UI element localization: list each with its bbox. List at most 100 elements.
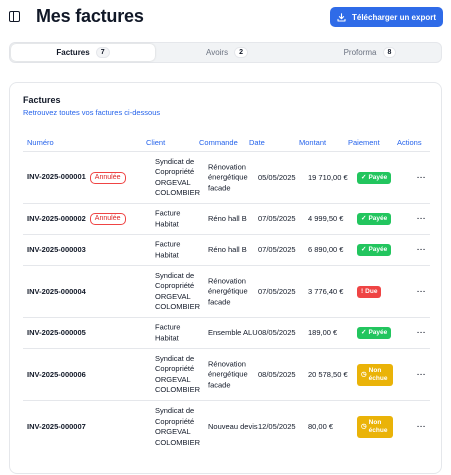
table-row[interactable]: INV-2025-000004 Syndicat de Copropriété O… bbox=[23, 266, 430, 318]
actions-menu-button[interactable]: ··· bbox=[417, 422, 426, 433]
invoice-number: INV-2025-000006 bbox=[27, 369, 86, 379]
tab-count: 8 bbox=[382, 47, 397, 58]
payment-status-label: Due bbox=[365, 287, 378, 295]
cell-montant: 6 890,00 € bbox=[308, 244, 344, 254]
top-bar: Mes factures Télécharger un export bbox=[0, 0, 451, 34]
cell-date: 08/05/2025 bbox=[258, 369, 296, 379]
actions-menu-button[interactable]: ··· bbox=[417, 328, 426, 339]
invoice-number: INV-2025-000001 bbox=[27, 172, 86, 182]
check-icon: ✓ bbox=[361, 215, 367, 222]
invoice-number: INV-2025-000002 bbox=[27, 213, 86, 223]
cell-commande: Ensemble ALU bbox=[208, 327, 258, 337]
cell-date: 07/05/2025 bbox=[258, 244, 296, 254]
table-row[interactable]: INV-2025-000005 Facture Habitat Ensemble A… bbox=[23, 318, 430, 349]
payment-status-label: Non échue bbox=[368, 366, 388, 382]
cell-client: Facture Habitat bbox=[155, 322, 181, 343]
actions-menu-button[interactable]: ··· bbox=[417, 369, 426, 380]
invoice-number: INV-2025-000003 bbox=[27, 244, 86, 254]
tab-count: 2 bbox=[234, 47, 248, 58]
cell-commande: Nouveau devis bbox=[208, 421, 258, 431]
table-row[interactable]: INV-2025-000006 Syndicat de Copropriété O… bbox=[23, 349, 430, 401]
clock-icon: ◷ bbox=[361, 370, 367, 378]
payment-status-badge: ✓ Payée bbox=[357, 171, 392, 184]
column-header-paiement: Paiement bbox=[348, 138, 380, 147]
cell-paiement: ✓ Payée bbox=[357, 327, 392, 339]
cell-date: 05/05/2025 bbox=[258, 172, 296, 182]
cell-numero: INV-2025-000007 bbox=[27, 422, 86, 433]
cell-numero: INV-2025-000006 bbox=[27, 369, 86, 380]
cell-numero: INV-2025-000002 Annulée bbox=[27, 213, 126, 225]
table-row[interactable]: INV-2025-000002 Annulée Facture Habitat Rén… bbox=[23, 204, 430, 235]
payment-status-badge: ◷ Non échue bbox=[357, 363, 393, 386]
actions-menu-button[interactable]: ··· bbox=[417, 286, 426, 297]
tab-factures[interactable]: Factures 7 bbox=[11, 44, 155, 61]
table-row[interactable]: INV-2025-000007 Syndicat de Copropriété O… bbox=[23, 401, 430, 453]
cell-commande: Rénovation énergétique facade bbox=[208, 358, 248, 389]
invoice-number: INV-2025-000007 bbox=[27, 421, 86, 431]
cell-numero: INV-2025-000005 bbox=[27, 328, 86, 339]
cell-commande: Rénovation énergétique facade bbox=[208, 275, 248, 306]
cell-montant: 19 710,00 € bbox=[308, 172, 348, 182]
tab-label: Proforma bbox=[343, 48, 377, 57]
cell-paiement: ✓ Payée bbox=[357, 213, 392, 225]
export-label: Télécharger un export bbox=[351, 12, 437, 22]
cell-montant: 80,00 € bbox=[308, 421, 334, 431]
table-row[interactable]: INV-2025-000003 Facture Habitat Réno hall … bbox=[23, 235, 430, 266]
invoice-number: INV-2025-000005 bbox=[27, 327, 86, 337]
cell-montant: 189,00 € bbox=[308, 327, 338, 337]
cell-client: Facture Habitat bbox=[155, 208, 181, 229]
card-subtitle: Retrouvez toutes vos factures ci-dessous bbox=[23, 108, 161, 117]
cell-commande: Réno hall B bbox=[208, 244, 247, 254]
tab-label: Avoirs bbox=[206, 48, 229, 57]
check-icon: ✓ bbox=[361, 173, 367, 181]
cancelled-badge: Annulée bbox=[89, 213, 126, 225]
payment-status-label: Payée bbox=[368, 215, 388, 222]
cell-client: Syndicat de Copropriété ORGEVAL COLOMBIE… bbox=[155, 406, 201, 447]
cell-commande: Réno hall B bbox=[208, 213, 247, 223]
alert-circle-icon: ! bbox=[361, 287, 364, 295]
cell-client: Syndicat de Copropriété ORGEVAL COLOMBIE… bbox=[155, 156, 201, 198]
cancelled-badge: Annulée bbox=[89, 171, 126, 184]
column-header-numero: Numéro bbox=[27, 138, 54, 147]
cell-client: Syndicat de Copropriété ORGEVAL COLOMBIE… bbox=[155, 270, 201, 312]
tab-avoirs[interactable]: Avoirs 2 bbox=[155, 44, 299, 61]
actions-menu-button[interactable]: ··· bbox=[417, 214, 426, 225]
tab-label: Factures bbox=[56, 48, 90, 57]
tab-bar: Factures 7 Avoirs 2 Proforma 8 bbox=[9, 42, 442, 63]
cell-numero: INV-2025-000004 bbox=[27, 286, 86, 297]
invoices-card: Factures Retrouvez toutes vos factures c… bbox=[9, 82, 442, 474]
check-icon: ✓ bbox=[361, 329, 367, 336]
cell-client: Syndicat de Copropriété ORGEVAL COLOMBIE… bbox=[155, 353, 201, 395]
payment-status-label: Payée bbox=[368, 329, 388, 336]
card-title: Factures bbox=[23, 95, 61, 105]
payment-status-label: Payée bbox=[368, 246, 388, 253]
download-icon bbox=[337, 12, 346, 22]
tab-proforma[interactable]: Proforma 8 bbox=[299, 44, 441, 61]
cell-commande: Rénovation énergétique facade bbox=[208, 161, 248, 192]
actions-menu-button[interactable]: ··· bbox=[417, 245, 426, 256]
cell-paiement: ! Due bbox=[357, 285, 382, 298]
cell-numero: INV-2025-000001 Annulée bbox=[27, 171, 126, 184]
cell-montant: 20 578,50 € bbox=[308, 369, 348, 379]
page-title: Mes factures bbox=[36, 6, 144, 26]
cell-client: Facture Habitat bbox=[155, 239, 181, 260]
export-button[interactable]: Télécharger un export bbox=[330, 7, 443, 27]
tab-count: 7 bbox=[95, 47, 110, 58]
cell-montant: 4 999,50 € bbox=[308, 213, 344, 223]
payment-status-badge: ✓ Payée bbox=[357, 327, 392, 339]
invoice-number: INV-2025-000004 bbox=[27, 286, 86, 296]
cell-paiement: ◷ Non échue bbox=[357, 363, 393, 386]
clock-icon: ◷ bbox=[361, 423, 367, 430]
payment-status-label: Non échue bbox=[368, 419, 388, 434]
sidebar-icon[interactable] bbox=[9, 11, 20, 22]
column-header-commande: Commande bbox=[199, 138, 238, 147]
cell-date: 07/05/2025 bbox=[258, 213, 296, 223]
actions-menu-button[interactable]: ··· bbox=[417, 172, 426, 183]
cell-numero: INV-2025-000003 bbox=[27, 245, 86, 256]
payment-status-badge: ✓ Payée bbox=[357, 213, 392, 225]
table-row[interactable]: INV-2025-000001 Annulée Syndicat de Coprop… bbox=[23, 152, 430, 204]
payment-status-badge: ◷ Non échue bbox=[357, 416, 393, 438]
cell-date: 12/05/2025 bbox=[258, 421, 296, 431]
payment-status-badge: ! Due bbox=[357, 285, 382, 298]
column-header-client: Client bbox=[146, 138, 166, 147]
